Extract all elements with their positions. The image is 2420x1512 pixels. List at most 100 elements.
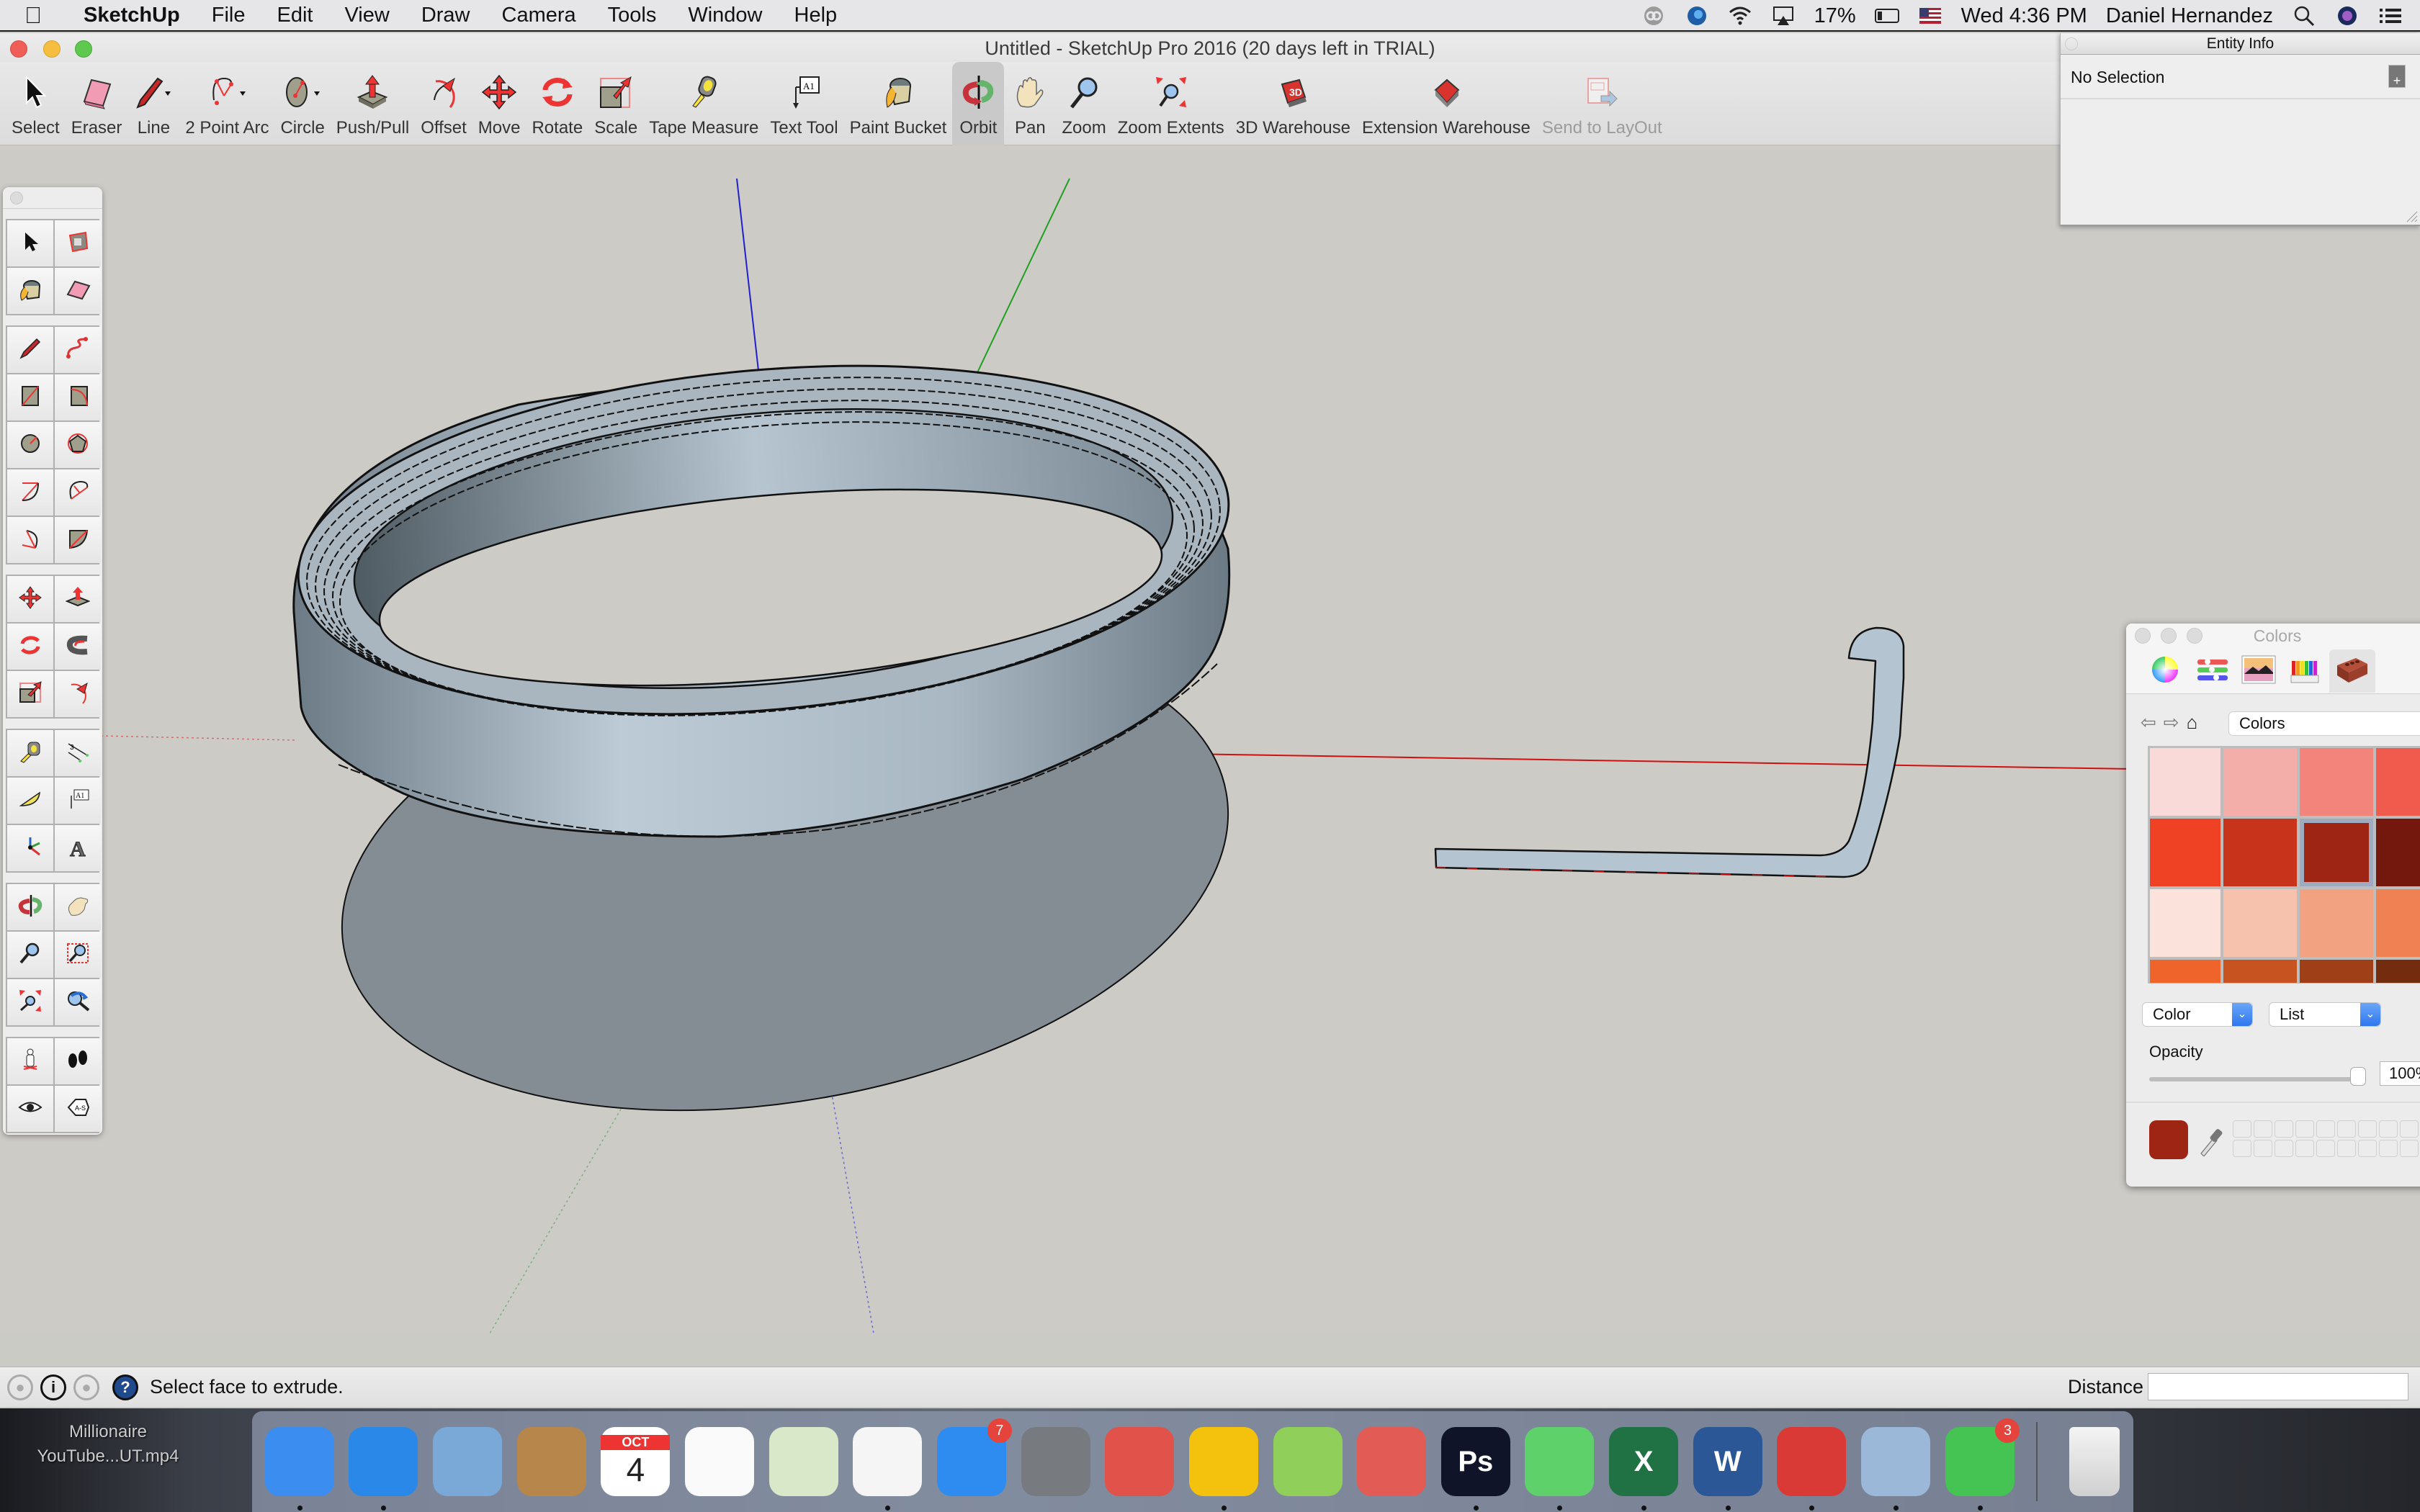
dock-trash[interactable] xyxy=(2056,1423,2133,1500)
dock-app-finder[interactable] xyxy=(261,1423,339,1511)
tool-3d-warehouse[interactable]: 3D 3D Warehouse xyxy=(1230,62,1356,145)
tool-paint-bucket[interactable]: Paint Bucket xyxy=(844,62,953,145)
favorite-slot[interactable] xyxy=(2358,1120,2377,1138)
tool-tape-measure[interactable]: Tape Measure xyxy=(643,62,764,145)
tool-text[interactable]: A1 Text Tool xyxy=(764,62,843,145)
palette-pie[interactable] xyxy=(55,517,101,563)
menu-window[interactable]: Window xyxy=(672,4,778,27)
forward-arrow-icon[interactable]: ⇨ xyxy=(2164,711,2179,734)
dock-app-calendar[interactable]: OCT 4 xyxy=(597,1423,675,1500)
menu-draw[interactable]: Draw xyxy=(405,4,486,27)
palette-zoom-extents[interactable] xyxy=(7,979,53,1025)
favorite-slot[interactable] xyxy=(2316,1140,2335,1157)
palette-section-plane[interactable]: A-S xyxy=(55,1086,101,1132)
palette-titlebar[interactable] xyxy=(3,187,102,209)
vpn-icon[interactable] xyxy=(1685,4,1709,28)
palette-look-around[interactable] xyxy=(7,1086,53,1132)
tool-offset[interactable]: Offset xyxy=(415,62,472,145)
tool-scale[interactable]: Scale xyxy=(588,62,643,145)
favorite-slot[interactable] xyxy=(2295,1140,2314,1157)
favorite-slot[interactable] xyxy=(2400,1120,2419,1138)
notification-center-icon[interactable] xyxy=(2378,4,2403,28)
tool-select[interactable]: Select xyxy=(6,62,66,145)
palette-zoom-window[interactable] xyxy=(55,932,101,978)
tool-zoom-extents[interactable]: Zoom Extents xyxy=(1112,62,1230,145)
palette-rotate[interactable] xyxy=(7,624,53,670)
palette-freehand[interactable] xyxy=(55,327,101,373)
dock-app-chrome[interactable] xyxy=(1185,1423,1263,1511)
color-swatch[interactable] xyxy=(2300,748,2373,816)
dock-app-whatsapp[interactable]: 3 xyxy=(1941,1418,2020,1511)
palette-select[interactable] xyxy=(7,220,53,266)
sketchup-materials-tab[interactable] xyxy=(2329,649,2375,693)
palette-zoom[interactable] xyxy=(7,932,53,978)
favorite-slot[interactable] xyxy=(2233,1120,2251,1138)
dock-app-autocad-2[interactable] xyxy=(1353,1423,1430,1500)
dock-app-contacts[interactable] xyxy=(513,1423,591,1500)
menu-sketchup[interactable]: SketchUp xyxy=(68,4,196,27)
palette-pan[interactable] xyxy=(55,884,101,930)
dock-app-sketchup[interactable] xyxy=(1773,1423,1851,1511)
palette-3d-text[interactable]: A xyxy=(55,825,101,871)
palette-paint-bucket[interactable] xyxy=(7,268,53,314)
palette-axes[interactable] xyxy=(7,825,53,871)
palette-previous-view[interactable] xyxy=(55,979,101,1025)
back-arrow-icon[interactable]: ⇦ xyxy=(2141,711,2156,734)
favorite-slot[interactable] xyxy=(2254,1120,2272,1138)
dock-app-autocad[interactable] xyxy=(1101,1423,1178,1500)
color-swatch[interactable] xyxy=(2376,748,2420,816)
favorite-slot[interactable] xyxy=(2275,1120,2293,1138)
color-swatch[interactable] xyxy=(2223,960,2297,983)
menu-help[interactable]: Help xyxy=(779,4,853,27)
entity-info-close-button[interactable] xyxy=(2065,37,2078,50)
favorite-slot[interactable] xyxy=(2400,1140,2419,1157)
palette-move[interactable] xyxy=(7,576,53,622)
favorite-slot[interactable] xyxy=(2254,1140,2272,1157)
dock-app-spotify[interactable] xyxy=(1521,1423,1599,1511)
dock-app-word[interactable]: W xyxy=(1689,1423,1767,1511)
palette-arc[interactable] xyxy=(7,469,53,516)
material-collection-select[interactable]: Colors xyxy=(2228,711,2420,736)
us-flag-input-icon[interactable] xyxy=(1918,4,1942,28)
apple-menu-icon[interactable]:  xyxy=(24,2,68,29)
palette-follow-me[interactable] xyxy=(55,624,101,670)
battery-icon[interactable] xyxy=(1874,4,1899,28)
minimize-window-button[interactable] xyxy=(43,40,60,58)
palette-offset[interactable] xyxy=(55,671,101,717)
color-swatch[interactable] xyxy=(2223,819,2297,886)
menu-camera[interactable]: Camera xyxy=(486,4,592,27)
menu-tools[interactable]: Tools xyxy=(592,4,673,27)
measurements-input[interactable] xyxy=(2148,1373,2408,1400)
dock-app-system-preferences[interactable] xyxy=(1017,1423,1095,1500)
tool-orbit[interactable]: Orbit xyxy=(952,62,1005,145)
favorite-slot[interactable] xyxy=(2275,1140,2293,1157)
spotlight-search-icon[interactable] xyxy=(2292,4,2316,28)
color-swatch[interactable] xyxy=(2223,748,2297,816)
view-select[interactable]: List ⌄ xyxy=(2269,1002,2381,1027)
color-swatch[interactable] xyxy=(2300,819,2373,886)
color-swatch[interactable] xyxy=(2376,960,2420,983)
palette-push-pull[interactable] xyxy=(55,576,101,622)
favorite-slot[interactable] xyxy=(2233,1140,2251,1157)
tool-eraser[interactable]: Eraser xyxy=(66,62,128,145)
opacity-slider-track[interactable] xyxy=(2149,1077,2358,1081)
expand-details-icon[interactable]: + xyxy=(2388,65,2406,88)
favorite-slot[interactable] xyxy=(2379,1120,2398,1138)
dock-app-itunes[interactable] xyxy=(848,1423,926,1511)
dock-app-preview[interactable] xyxy=(1857,1423,1935,1511)
palette-3-point-arc[interactable] xyxy=(7,517,53,563)
instructor-help-icon[interactable]: ? xyxy=(112,1374,138,1400)
color-palettes-tab[interactable] xyxy=(2236,649,2282,693)
tool-move[interactable]: Move xyxy=(472,62,526,145)
menu-edit[interactable]: Edit xyxy=(261,4,329,27)
palette-tape-measure[interactable] xyxy=(7,730,53,776)
desktop-file-video[interactable]: Millionaire YouTube...UT.mp4 xyxy=(29,1420,187,1469)
tool-circle[interactable]: Circle xyxy=(274,62,330,145)
tool-push-pull[interactable]: Push/Pull xyxy=(331,62,415,145)
dock-app-excel[interactable]: X xyxy=(1605,1423,1682,1511)
color-sliders-tab[interactable] xyxy=(2190,649,2236,693)
palette-rotated-rectangle[interactable] xyxy=(55,374,101,420)
color-wheel-tab[interactable] xyxy=(2142,649,2188,693)
color-swatch[interactable] xyxy=(2376,819,2420,886)
palette-scale[interactable] xyxy=(7,671,53,717)
